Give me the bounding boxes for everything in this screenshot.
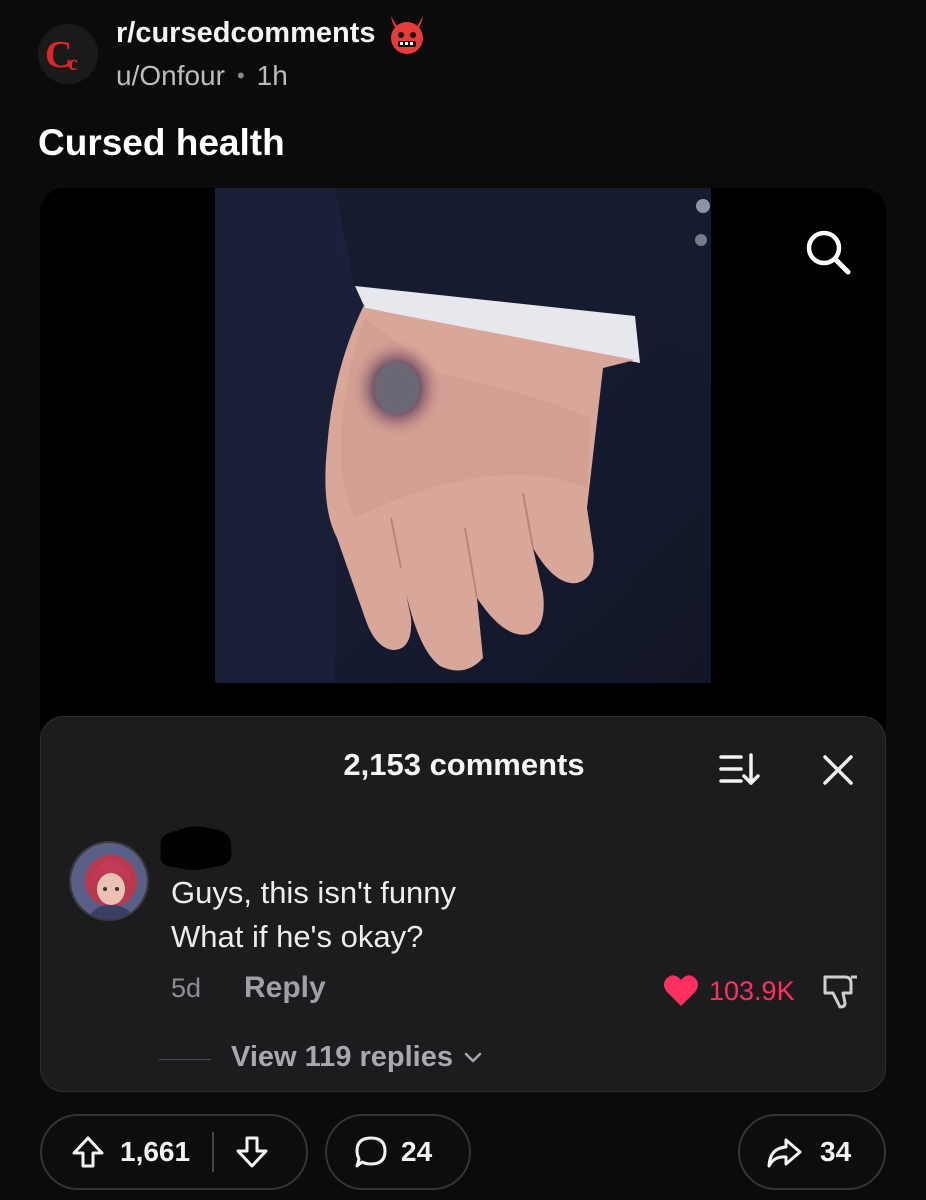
comments-sheet: 2,153 comments Guys, this isn't funny Wh… <box>40 716 886 1092</box>
share-icon <box>767 1138 802 1168</box>
thread-line <box>159 1059 211 1060</box>
reply-button[interactable]: Reply <box>244 971 326 1005</box>
logo-c-small: c <box>68 50 78 75</box>
upvote-count: 1,661 <box>120 1136 191 1167</box>
downvote-icon[interactable] <box>234 1134 270 1170</box>
vote-divider <box>212 1132 215 1172</box>
post-author[interactable]: u/Onfour <box>116 60 225 92</box>
thumbs-down-icon[interactable] <box>819 971 859 1011</box>
post-meta: u/Onfour • 1h <box>116 60 288 92</box>
post-title: Cursed health <box>38 122 285 163</box>
post-page: C c r/cursedcomments u/Onfour • 1h Curse… <box>0 0 926 1200</box>
subreddit-logo[interactable]: C c <box>38 24 98 84</box>
vote-bar: 1,661 <box>40 1114 308 1190</box>
comment-body: Guys, this isn't funny What if he's okay… <box>171 871 456 959</box>
like-button[interactable]: 103.9K <box>663 969 795 1013</box>
comments-button[interactable]: 24 <box>325 1114 471 1190</box>
post-media[interactable] <box>40 188 886 748</box>
chevron-down-icon <box>464 1052 482 1062</box>
heart-icon <box>664 975 698 1006</box>
commenter-avatar[interactable] <box>69 841 149 921</box>
upvote-icon[interactable] <box>70 1134 106 1170</box>
share-count: 34 <box>820 1136 852 1167</box>
like-count: 103.9K <box>709 975 795 1006</box>
comment-line-1: Guys, this isn't funny <box>171 875 457 910</box>
share-button[interactable]: 34 <box>738 1114 886 1190</box>
comment-age: 5d <box>171 973 202 1003</box>
view-replies-button[interactable]: View 119 replies <box>231 1041 483 1074</box>
comment-line-2: What if he's okay? <box>171 919 424 954</box>
comment-bubble-icon <box>355 1136 387 1168</box>
meta-separator: • <box>236 63 245 88</box>
devil-emoji-icon <box>391 16 423 54</box>
post-image[interactable] <box>215 188 711 683</box>
sort-icon[interactable] <box>717 749 761 789</box>
subreddit-name[interactable]: r/cursedcomments <box>116 17 376 50</box>
close-icon[interactable] <box>819 751 857 789</box>
post-age: 1h <box>256 60 288 91</box>
view-replies-label: View 119 replies <box>231 1041 453 1073</box>
search-icon[interactable] <box>802 226 854 278</box>
redacted-username <box>160 826 232 870</box>
comment-count: 24 <box>401 1136 433 1167</box>
